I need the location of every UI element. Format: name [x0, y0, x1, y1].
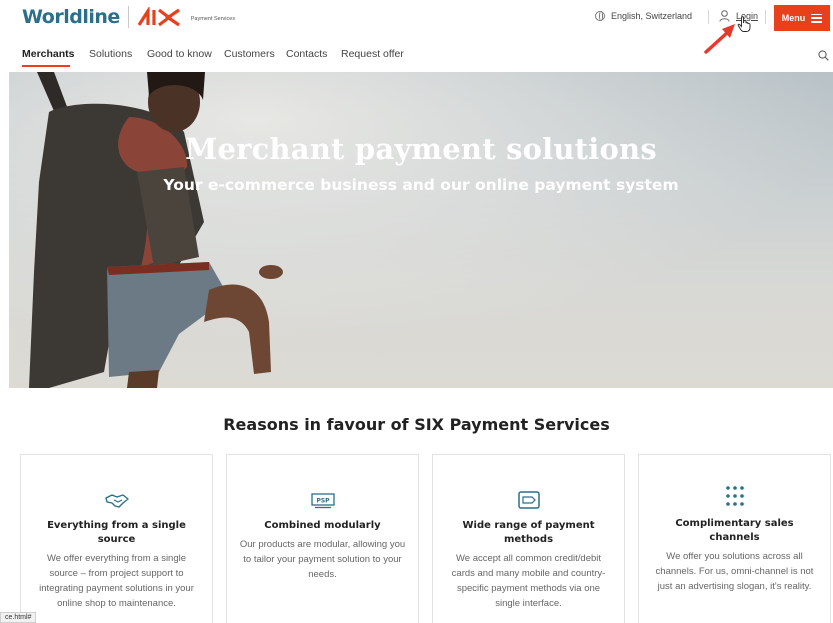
nav-item-solutions[interactable]: Solutions — [89, 48, 132, 60]
menu-button[interactable]: Menu — [774, 5, 830, 31]
card-text: Our products are modular, allowing you t… — [239, 539, 406, 580]
brand-tagline: Payment Services — [190, 16, 236, 22]
six-logo-icon — [137, 7, 180, 27]
reason-card-payment-methods: Wide range of payment methods We accept … — [432, 454, 625, 623]
globe-icon — [595, 11, 605, 21]
reason-card-single-source: Everything from a single source We offer… — [20, 454, 213, 623]
reasons-heading: Reasons in favour of SIX Payment Service… — [223, 415, 610, 434]
language-label: English, Switzerland — [611, 11, 693, 21]
card-text: We offer everything from a single source… — [39, 553, 194, 609]
hero-subtitle: Your e-commerce business and our online … — [163, 176, 679, 194]
hero-banner: Merchant payment solutions Your e-commer… — [9, 72, 833, 388]
card-title: Complimentary sales channels — [675, 518, 794, 543]
main-nav: Merchants Solutions Good to know Custome… — [0, 44, 833, 70]
brand-logo[interactable]: Worldline Payment Services — [22, 6, 235, 28]
search-icon[interactable] — [818, 50, 829, 61]
language-selector[interactable]: English, Switzerland — [595, 11, 692, 21]
handshake-icon — [104, 494, 129, 508]
card-text: We offer you solutions across all channe… — [655, 551, 814, 592]
psp-icon-text: PSP — [316, 498, 330, 505]
nav-item-customers[interactable]: Customers — [224, 48, 275, 60]
worldline-logo-text: Worldline — [22, 6, 120, 28]
card-text: We accept all common credit/debit cards … — [451, 553, 606, 609]
nav-item-contacts[interactable]: Contacts — [286, 48, 327, 60]
hero-woman-image — [9, 72, 833, 388]
card-title: Combined modularly — [264, 520, 381, 531]
payment-card-icon — [517, 491, 540, 509]
hamburger-icon — [811, 13, 823, 23]
card-title: Wide range of payment methods — [462, 520, 595, 545]
reason-card-modular: PSP Combined modularly Our products are … — [226, 454, 419, 623]
active-nav-underline — [22, 65, 70, 67]
status-bar-url: ce.html# — [0, 612, 37, 623]
card-title: Everything from a single source — [47, 520, 186, 545]
brand-divider — [127, 6, 129, 28]
top-header: Worldline Payment Services English, Swit… — [0, 0, 833, 54]
nav-item-good-to-know[interactable]: Good to know — [147, 48, 212, 60]
nav-item-request-offer[interactable]: Request offer — [341, 48, 404, 60]
menu-label: Menu — [781, 13, 806, 23]
hand-cursor-icon — [737, 16, 751, 32]
hero-title: Merchant payment solutions — [185, 132, 657, 166]
nav-item-merchants[interactable]: Merchants — [22, 48, 75, 60]
header-divider — [765, 10, 766, 24]
reason-card-sales-channels: Complimentary sales channels We offer yo… — [638, 454, 831, 623]
dots-grid-icon — [725, 486, 744, 506]
psp-icon: PSP — [310, 493, 335, 509]
